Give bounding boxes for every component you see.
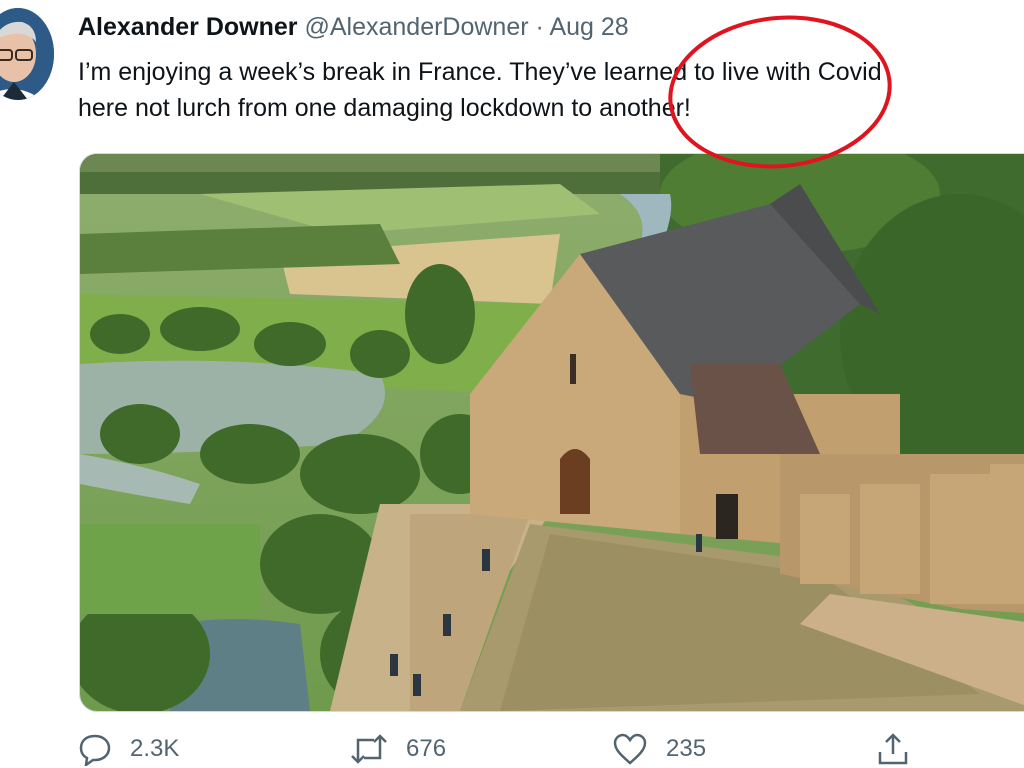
author-name[interactable]: Alexander Downer xyxy=(78,13,298,41)
like-count: 235 xyxy=(666,735,707,762)
avatar[interactable] xyxy=(0,8,54,100)
like-button[interactable]: 235 xyxy=(612,730,706,768)
author-handle[interactable]: @AlexanderDowner xyxy=(304,13,528,41)
tweet-text-line-2: here not lurch from one damaging lockdow… xyxy=(78,94,691,122)
avatar-portrait xyxy=(0,8,54,100)
tweet-text-line-1: I’m enjoying a week’s break in France. T… xyxy=(78,58,882,86)
tweet-actions: 2.3K 676 235 xyxy=(0,730,1024,768)
share-button[interactable] xyxy=(876,730,910,768)
tweet-photo[interactable] xyxy=(79,153,1024,712)
photo-scene xyxy=(80,154,1024,711)
share-icon xyxy=(878,733,908,765)
retweet-icon xyxy=(351,734,387,764)
reply-button[interactable]: 2.3K xyxy=(78,730,179,768)
reply-count: 2.3K xyxy=(130,735,180,762)
retweet-button[interactable]: 676 xyxy=(350,730,446,768)
tweet-date[interactable]: Aug 28 xyxy=(549,13,628,41)
like-icon xyxy=(613,733,647,765)
retweet-count: 676 xyxy=(406,735,447,762)
tweet-header: Alexander Downer @AlexanderDowner · Aug … xyxy=(78,10,629,44)
tweet-text: I’m enjoying a week’s break in France. T… xyxy=(78,54,1024,126)
reply-icon xyxy=(79,734,111,766)
header-separator: · xyxy=(535,13,544,41)
